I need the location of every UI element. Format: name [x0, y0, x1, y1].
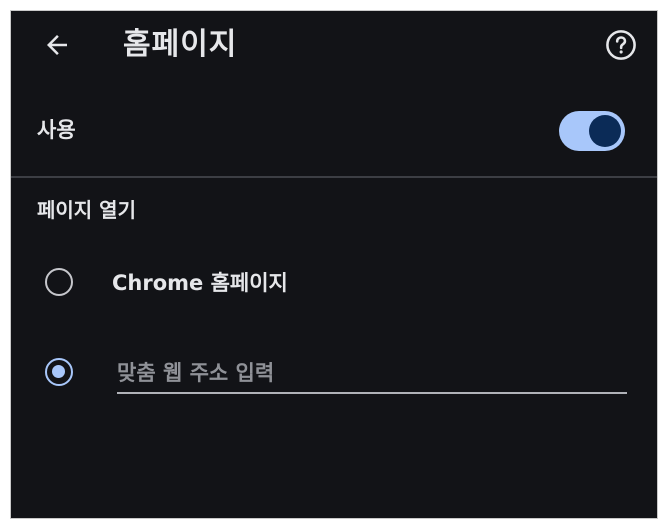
enable-homepage-row[interactable]: 사용	[11, 99, 657, 163]
help-button[interactable]	[601, 25, 641, 65]
custom-url-radio[interactable]	[45, 358, 73, 386]
divider	[11, 176, 657, 178]
chrome-homepage-option[interactable]: Chrome 홈페이지	[11, 256, 657, 312]
radio-selected-dot	[52, 365, 65, 378]
back-button[interactable]	[37, 25, 77, 65]
enable-label: 사용	[37, 118, 76, 142]
page-title: 홈페이지	[123, 27, 238, 62]
top-app-bar: 홈페이지	[11, 11, 657, 79]
custom-url-input[interactable]	[117, 354, 627, 394]
custom-url-option[interactable]	[11, 346, 657, 402]
toggle-knob	[589, 115, 621, 147]
chrome-homepage-radio[interactable]	[45, 268, 73, 296]
homepage-settings-screen: 홈페이지 사용 페이지 열기 Chrome 홈페이지	[10, 10, 658, 519]
open-page-section-header: 페이지 열기	[37, 198, 136, 222]
chrome-homepage-label: Chrome 홈페이지	[112, 271, 288, 295]
enable-toggle[interactable]	[559, 111, 625, 151]
arrow-left-icon	[47, 35, 67, 55]
help-circle-icon	[606, 30, 636, 60]
